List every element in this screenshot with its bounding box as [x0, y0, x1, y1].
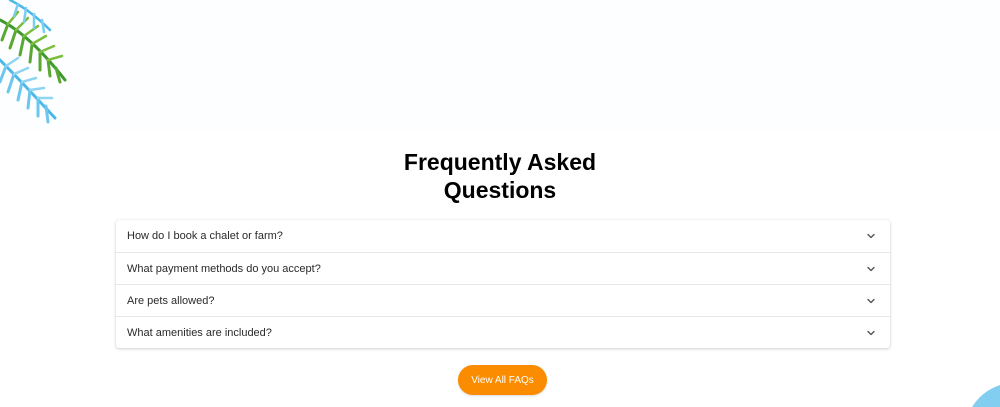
faq-question: What payment methods do you accept?: [127, 262, 321, 275]
faq-title-line2: Questions: [443, 177, 557, 203]
chevron-down-icon[interactable]: [866, 264, 876, 274]
faq-item-pets[interactable]: Are pets allowed?: [116, 284, 890, 316]
chevron-down-icon[interactable]: [866, 328, 876, 338]
faq-item-booking[interactable]: How do I book a chalet or farm?: [116, 220, 890, 252]
chevron-down-icon[interactable]: [866, 296, 876, 306]
hero-background: [0, 0, 1000, 130]
faq-question: How do I book a chalet or farm?: [127, 230, 283, 242]
faq-question: Are pets allowed?: [127, 294, 215, 307]
view-all-faqs-button[interactable]: View All FAQs: [458, 365, 547, 395]
faq-title: Frequently Asked Questions: [0, 148, 1000, 204]
faq-question: What amenities are included?: [127, 326, 272, 339]
faq-accordion: How do I book a chalet or farm? What pay…: [116, 220, 890, 348]
corner-wave-decoration: [972, 385, 1000, 407]
faq-title-line1: Frequently Asked: [403, 149, 597, 175]
faq-item-amenities[interactable]: What amenities are included?: [116, 316, 890, 348]
chevron-down-icon[interactable]: [866, 231, 876, 241]
palm-leaf-decoration: [0, 0, 67, 124]
faq-item-payment[interactable]: What payment methods do you accept?: [116, 252, 890, 284]
